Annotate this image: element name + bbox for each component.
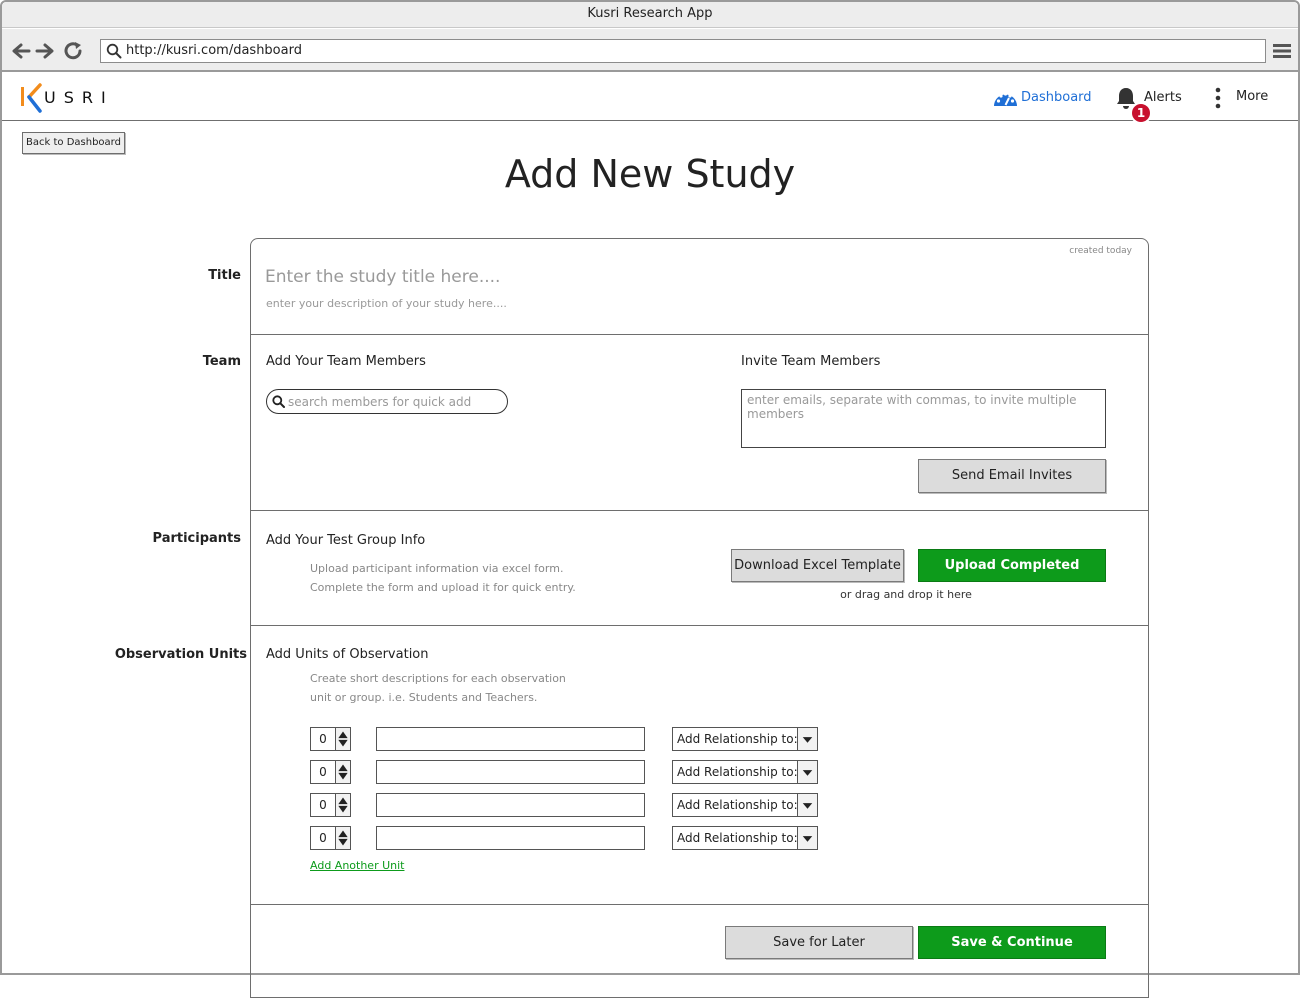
kusri-logo[interactable]: USRI bbox=[18, 80, 128, 116]
observation-help-line-1: Create short descriptions for each obser… bbox=[310, 672, 566, 685]
nav-more[interactable]: More bbox=[1212, 85, 1272, 111]
unit-count-stepper[interactable]: 0 bbox=[310, 793, 351, 817]
member-search-input[interactable] bbox=[288, 392, 502, 411]
unit-count-stepper[interactable]: 0 bbox=[310, 760, 351, 784]
team-row-label: Team bbox=[202, 354, 241, 369]
add-another-unit-link[interactable]: Add Another Unit bbox=[310, 859, 404, 872]
stepper-up-down-icon[interactable] bbox=[335, 794, 350, 816]
title-row-label: Title bbox=[208, 268, 241, 283]
observation-units-heading: Add Units of Observation bbox=[266, 647, 429, 662]
participants-help-line-2: Complete the form and upload it for quic… bbox=[310, 581, 576, 594]
stepper-up-down-icon[interactable] bbox=[335, 761, 350, 783]
relationship-dropdown[interactable]: Add Relationship to: bbox=[672, 826, 818, 850]
unit-count-stepper[interactable]: 0 bbox=[310, 727, 351, 751]
relationship-dropdown[interactable]: Add Relationship to: bbox=[672, 760, 818, 784]
relationship-dropdown[interactable]: Add Relationship to: bbox=[672, 727, 818, 751]
chevron-down-icon[interactable] bbox=[797, 794, 817, 816]
chevron-down-icon[interactable] bbox=[797, 761, 817, 783]
back-arrow-icon[interactable] bbox=[10, 41, 32, 61]
logo-text: USRI bbox=[44, 88, 114, 107]
reload-icon[interactable] bbox=[63, 41, 85, 61]
unit-description-input[interactable] bbox=[376, 793, 645, 817]
study-description-input[interactable] bbox=[258, 294, 858, 312]
relationship-dropdown-label: Add Relationship to: bbox=[677, 831, 798, 845]
forward-arrow-icon[interactable] bbox=[34, 41, 56, 61]
section-divider bbox=[250, 334, 1149, 335]
address-bar[interactable]: http://kusri.com/dashboard bbox=[100, 39, 1266, 63]
search-icon bbox=[106, 43, 122, 59]
unit-description-input[interactable] bbox=[376, 727, 645, 751]
url-text: http://kusri.com/dashboard bbox=[126, 43, 302, 58]
save-for-later-button[interactable]: Save for Later bbox=[725, 926, 913, 959]
search-icon bbox=[272, 395, 285, 408]
chevron-down-icon[interactable] bbox=[797, 827, 817, 849]
participants-row-label: Participants bbox=[152, 531, 241, 546]
unit-count-value: 0 bbox=[319, 765, 327, 779]
section-divider bbox=[250, 904, 1149, 905]
participants-help-line-1: Upload participant information via excel… bbox=[310, 562, 564, 575]
dashboard-gauge-icon bbox=[994, 92, 1017, 106]
section-divider bbox=[250, 510, 1149, 511]
invite-emails-input[interactable] bbox=[741, 389, 1106, 448]
invite-team-heading: Invite Team Members bbox=[741, 354, 881, 369]
relationship-dropdown-label: Add Relationship to: bbox=[677, 798, 798, 812]
add-team-heading: Add Your Team Members bbox=[266, 354, 426, 369]
nav-alerts-label: Alerts bbox=[1144, 90, 1182, 105]
unit-description-input[interactable] bbox=[376, 760, 645, 784]
observation-row-label: Observation Units bbox=[114, 647, 247, 662]
study-title-input[interactable] bbox=[258, 263, 858, 291]
app-header: USRI Dashboard Alerts 1 More bbox=[2, 74, 1298, 124]
section-divider bbox=[250, 625, 1149, 626]
relationship-dropdown-label: Add Relationship to: bbox=[677, 765, 798, 779]
member-search-box[interactable] bbox=[266, 389, 508, 414]
unit-count-value: 0 bbox=[319, 798, 327, 812]
hamburger-menu-icon[interactable] bbox=[1272, 43, 1292, 59]
test-group-heading: Add Your Test Group Info bbox=[266, 533, 426, 548]
nav-dashboard[interactable]: Dashboard bbox=[993, 87, 1092, 109]
relationship-dropdown-label: Add Relationship to: bbox=[677, 732, 798, 746]
relationship-dropdown[interactable]: Add Relationship to: bbox=[672, 793, 818, 817]
unit-description-input[interactable] bbox=[376, 826, 645, 850]
unit-count-stepper[interactable]: 0 bbox=[310, 826, 351, 850]
alerts-count-badge: 1 bbox=[1130, 102, 1152, 124]
study-form-panel bbox=[250, 238, 1149, 998]
more-vertical-icon bbox=[1215, 87, 1221, 109]
drag-drop-note: or drag and drop it here bbox=[840, 588, 972, 601]
chevron-down-icon[interactable] bbox=[797, 728, 817, 750]
send-email-invites-button[interactable]: Send Email Invites bbox=[918, 459, 1106, 493]
unit-count-value: 0 bbox=[319, 831, 327, 845]
stepper-up-down-icon[interactable] bbox=[335, 827, 350, 849]
download-excel-template-button[interactable]: Download Excel Template bbox=[731, 549, 904, 582]
browser-toolbar: http://kusri.com/dashboard bbox=[2, 29, 1298, 72]
nav-dashboard-label: Dashboard bbox=[1021, 90, 1092, 105]
upload-completed-template-button[interactable]: Upload Completed Template bbox=[918, 549, 1106, 604]
unit-count-value: 0 bbox=[319, 732, 327, 746]
save-and-continue-button[interactable]: Save & Continue bbox=[918, 926, 1106, 959]
page-title: Add New Study bbox=[504, 152, 796, 196]
nav-more-label: More bbox=[1236, 89, 1269, 104]
window-title: Kusri Research App bbox=[2, 2, 1298, 28]
stepper-up-down-icon[interactable] bbox=[335, 728, 350, 750]
created-note: created today bbox=[1069, 246, 1132, 256]
observation-help-line-2: unit or group. i.e. Students and Teacher… bbox=[310, 691, 538, 704]
